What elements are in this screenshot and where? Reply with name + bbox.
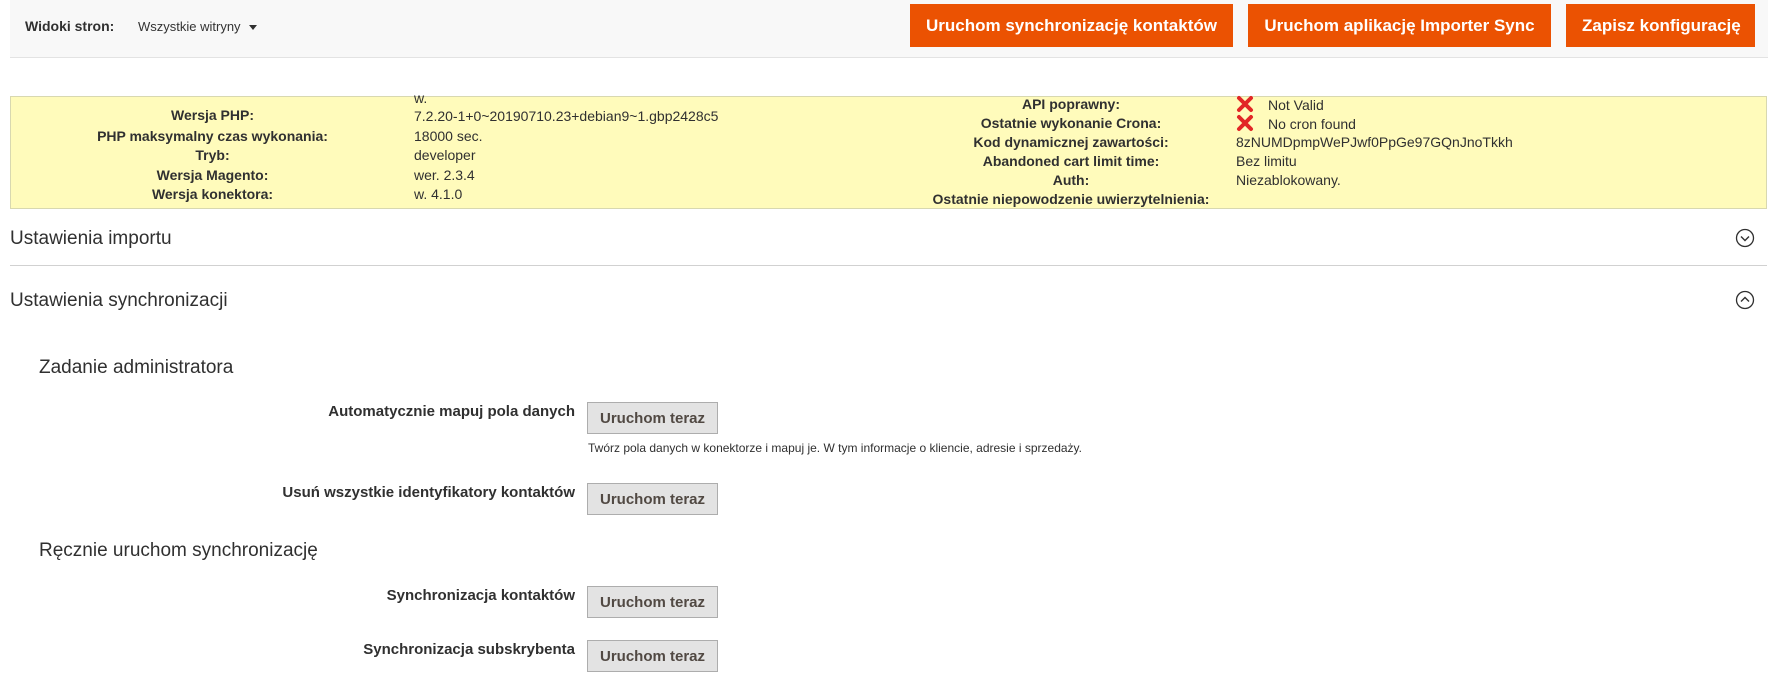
last-auth-failure-label: Ostatnie niepowodzenie uwierzytelnienia: <box>932 191 1210 207</box>
subscriber-sync-run-button[interactable]: Uruchom teraz <box>587 640 718 672</box>
manual-sync-title: Ręcznie uruchom synchronizację <box>39 540 318 561</box>
store-view-label: Widoki stron: <box>25 18 115 34</box>
sync-settings-section[interactable]: Ustawienia synchronizacji <box>10 272 1767 328</box>
php-version-value-line2: 7.2.20-1+0~20190710.23+debian9~1.gbp2428… <box>414 108 719 124</box>
store-view-selected: Wszystkie witryny <box>138 19 241 34</box>
connector-status-box: Wersja PHP: w. 7.2.20-1+0~20190710.23+de… <box>10 90 1767 209</box>
abandoned-cart-value: Bez limitu <box>1236 153 1297 169</box>
auto-map-note: Twórz pola danych w konektorze i mapuj j… <box>588 441 1082 455</box>
x-icon <box>1237 115 1253 131</box>
php-version-label: Wersja PHP: <box>171 107 254 123</box>
api-valid-value: Not Valid <box>1268 97 1324 113</box>
magento-version-value: wer. 2.3.4 <box>414 167 475 183</box>
contact-sync-run-button[interactable]: Uruchom teraz <box>587 586 718 618</box>
mode-label: Tryb: <box>195 147 230 163</box>
php-max-time-label: PHP maksymalny czas wykonania: <box>97 128 328 144</box>
contact-sync-label: Synchronizacja kontaktów <box>386 587 575 604</box>
run-contact-sync-button[interactable]: Uruchom synchronizację kontaktów <box>910 4 1233 47</box>
connector-version-label: Wersja konektora: <box>151 186 274 202</box>
store-view-dropdown[interactable]: Wszystkie witryny <box>138 19 257 34</box>
connector-version-value: w. 4.1.0 <box>414 186 463 202</box>
remove-contact-ids-run-button[interactable]: Uruchom teraz <box>587 483 718 515</box>
auto-map-label: Automatycznie mapuj pola danych <box>328 403 575 420</box>
admin-task-title: Zadanie administratora <box>39 357 234 378</box>
run-importer-sync-button[interactable]: Uruchom aplikację Importer Sync <box>1248 4 1551 47</box>
php-max-time-value: 18000 sec. <box>414 128 483 144</box>
last-cron-value-wrap: No cron found <box>1236 114 1356 134</box>
api-valid-value-wrap: Not Valid <box>1236 95 1324 115</box>
chevron-up-circle-icon <box>1735 290 1755 310</box>
last-cron-value: No cron found <box>1268 116 1356 132</box>
dynamic-content-value: 8zNUMDpmpWePJwf0PpGe97GQnJnoTkkh <box>1236 134 1513 150</box>
auth-value: Niezablokowany. <box>1236 172 1341 188</box>
sync-settings-title: Ustawienia synchronizacji <box>10 290 228 311</box>
mode-value: developer <box>414 147 476 163</box>
import-settings-section[interactable]: Ustawienia importu <box>10 210 1767 266</box>
subscriber-sync-label: Synchronizacja subskrybenta <box>363 641 575 658</box>
chevron-down-circle-icon <box>1735 228 1755 248</box>
php-version-value-line1: w. <box>414 90 428 106</box>
auto-map-run-button[interactable]: Uruchom teraz <box>587 402 718 434</box>
save-config-button[interactable]: Zapisz konfigurację <box>1566 4 1755 47</box>
remove-contact-ids-label: Usuń wszystkie identyfikatory kontaktów <box>282 484 575 501</box>
import-settings-title: Ustawienia importu <box>10 228 172 249</box>
caret-down-icon <box>248 25 257 31</box>
x-icon <box>1237 96 1253 112</box>
magento-version-label: Wersja Magento: <box>156 167 269 183</box>
